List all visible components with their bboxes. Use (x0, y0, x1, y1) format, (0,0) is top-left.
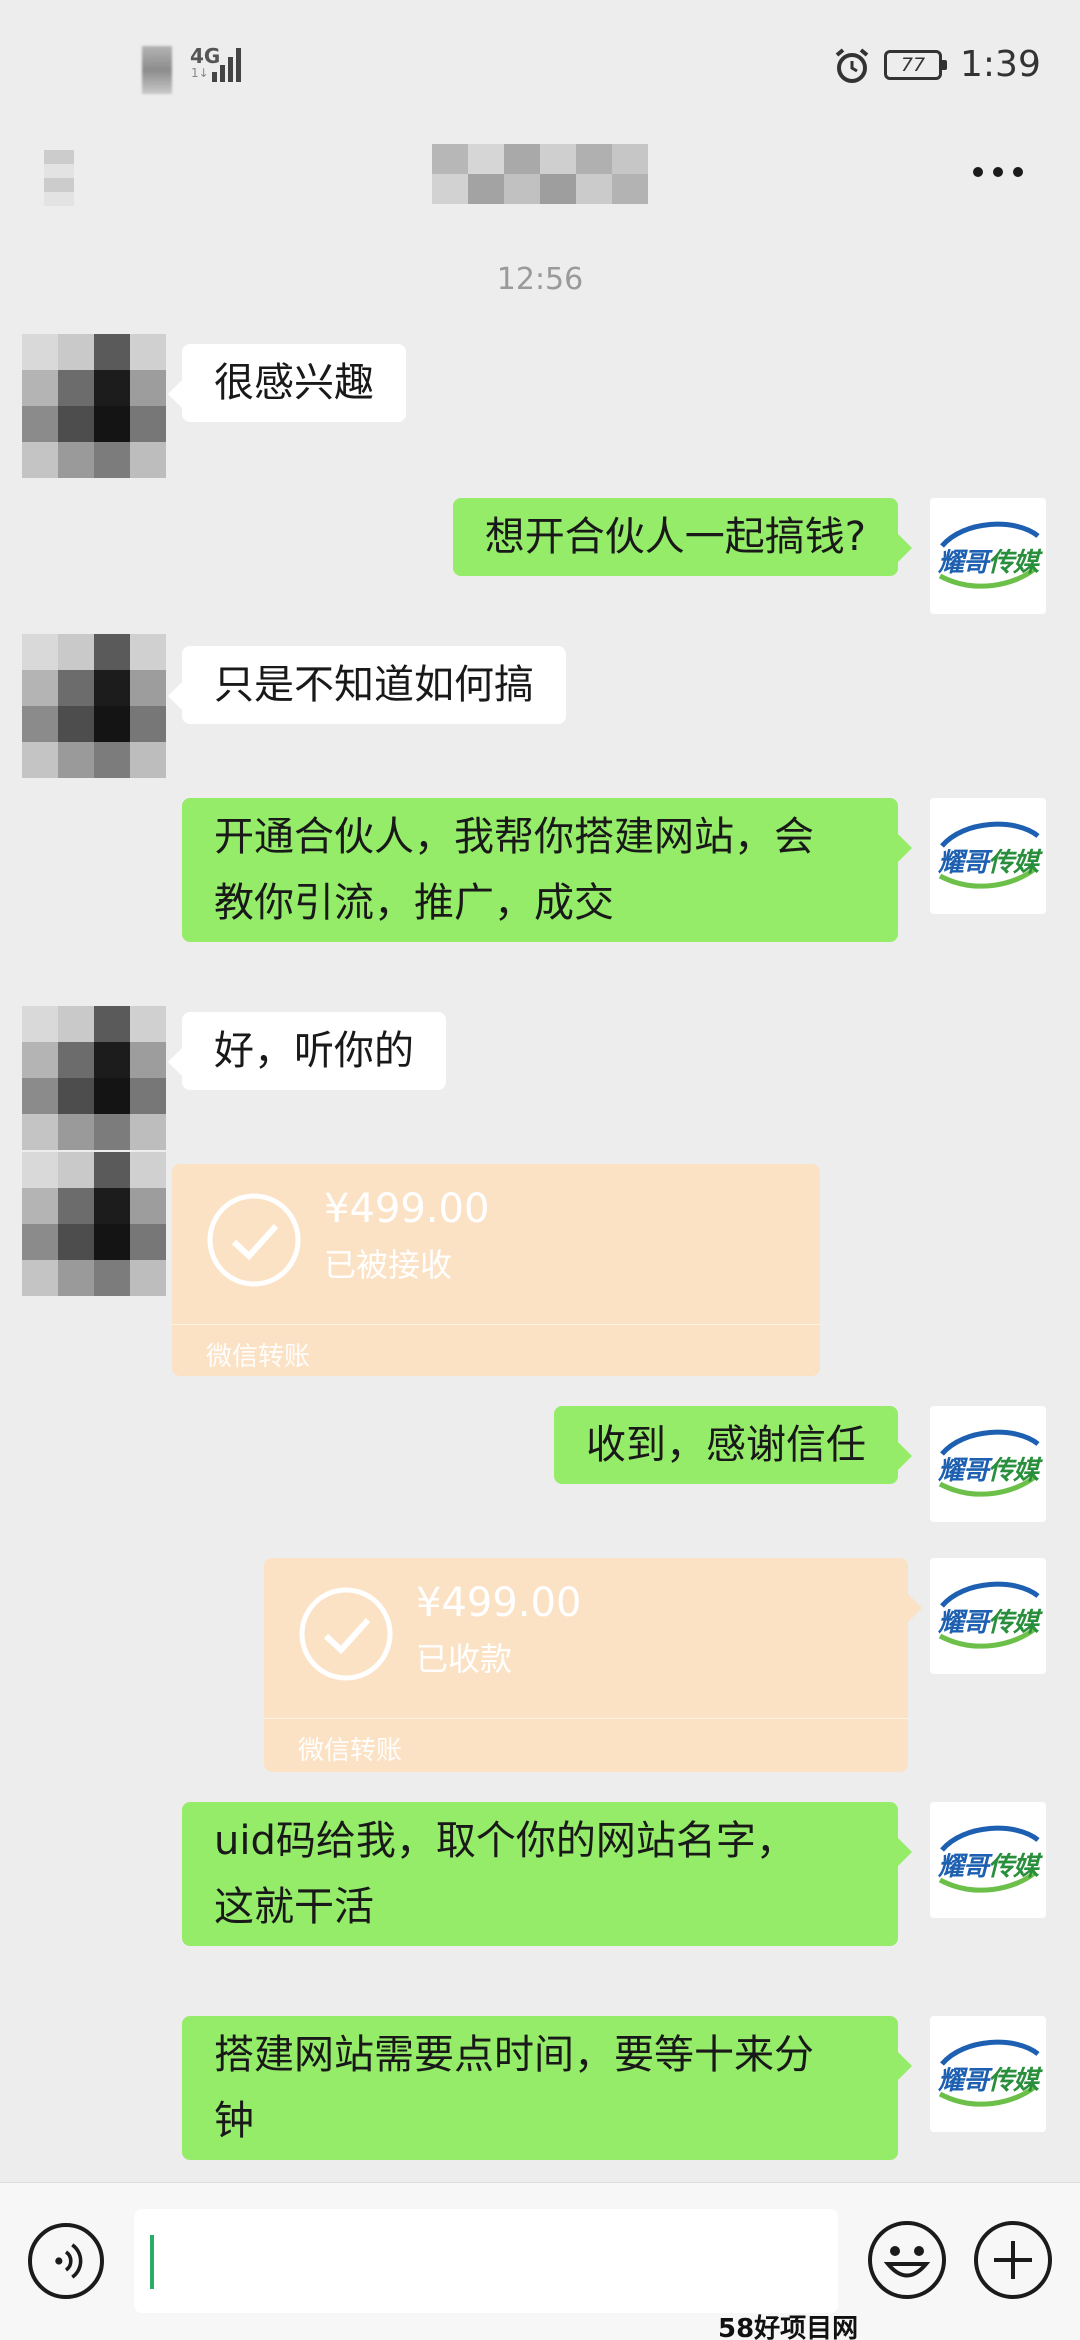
signal-icon (212, 46, 246, 82)
emoji-icon[interactable] (866, 2219, 948, 2301)
transfer-label: 微信转账 (206, 1342, 311, 1372)
my-avatar[interactable]: 耀哥传媒 (930, 1802, 1046, 1918)
transfer-amount: ¥499.00 (416, 1580, 582, 1626)
transfer-amount: ¥499.00 (324, 1186, 490, 1232)
voice-icon[interactable] (28, 2223, 104, 2299)
transfer-card-received[interactable]: ¥499.00 已被接收 微信转账 (172, 1164, 820, 1376)
logo-text: 耀哥传媒 (937, 548, 1039, 578)
chat-header (0, 130, 1080, 230)
battery-indicator: 77 (884, 50, 947, 80)
my-avatar[interactable]: 耀哥传媒 (930, 798, 1046, 914)
contact-avatar[interactable] (22, 334, 166, 478)
message-text: 好，听你的 (214, 1028, 414, 1074)
transfer-label: 微信转账 (298, 1736, 403, 1766)
blurred-status-icon (142, 46, 172, 94)
transfer-status: 已被接收 (324, 1246, 453, 1284)
logo-text: 耀哥传媒 (937, 2066, 1039, 2096)
status-bar: 4G 1↓ 77 1:39 (0, 0, 1080, 130)
message-bubble-sent[interactable]: 想开合伙人一起搞钱? (452, 498, 913, 576)
logo-text: 耀哥传媒 (937, 848, 1039, 878)
logo-text: 耀哥传媒 (937, 1852, 1039, 1882)
message-text-line: 钟 (214, 2098, 254, 2144)
contact-avatar[interactable] (22, 634, 166, 778)
message-bubble-sent[interactable]: 开通合伙人，我帮你搭建网站，会 教你引流，推广，成交 (182, 798, 912, 942)
clock: 1:39 (960, 44, 1041, 85)
message-bubble-received[interactable]: 很感兴趣 (168, 344, 406, 422)
contact-avatar[interactable] (22, 1006, 166, 1150)
message-bubble-received[interactable]: 只是不知道如何搞 (168, 646, 566, 724)
message-bubble-received[interactable]: 好，听你的 (168, 1012, 446, 1090)
transfer-status: 已收款 (416, 1640, 513, 1678)
check-circle-icon (207, 1193, 301, 1287)
my-avatar[interactable]: 耀哥传媒 (930, 1558, 1046, 1674)
my-avatar[interactable]: 耀哥传媒 (930, 498, 1046, 614)
check-circle-icon (299, 1587, 393, 1681)
message-bubble-sent[interactable]: uid码给我，取个你的网站名字， 这就干活 (182, 1802, 912, 1946)
message-text: 收到，感谢信任 (586, 1422, 866, 1468)
message-timestamp: 12:56 (496, 262, 584, 297)
message-text: 只是不知道如何搞 (214, 662, 534, 708)
message-text-line: 搭建网站需要点时间，要等十来分 (214, 2032, 814, 2078)
plus-icon[interactable] (972, 2219, 1054, 2301)
watermark: 58好项目网www.58hxm.com (718, 2314, 859, 2340)
message-bubble-sent[interactable]: 收到，感谢信任 (554, 1406, 912, 1484)
alarm-icon (835, 48, 869, 83)
back-button[interactable] (44, 150, 74, 206)
contact-avatar[interactable] (22, 1152, 166, 1296)
contact-name-blurred (432, 144, 648, 204)
message-bubble-sent[interactable]: 搭建网站需要点时间，要等十来分 钟 (182, 2016, 912, 2160)
my-avatar[interactable]: 耀哥传媒 (930, 2016, 1046, 2132)
more-icon[interactable] (968, 152, 1028, 192)
card-divider (172, 1324, 820, 1325)
my-avatar[interactable]: 耀哥传媒 (930, 1406, 1046, 1522)
message-text-line: 开通合伙人，我帮你搭建网站，会 (214, 814, 814, 860)
logo-text: 耀哥传媒 (937, 1608, 1039, 1638)
transfer-card-sent[interactable]: ¥499.00 已收款 微信转账 (264, 1558, 922, 1772)
logo-text: 耀哥传媒 (937, 1456, 1039, 1486)
message-input[interactable] (134, 2209, 838, 2313)
card-divider (264, 1718, 908, 1719)
message-text-line: uid码给我，取个你的网站名字， (214, 1818, 796, 1864)
message-text-line: 教你引流，推广，成交 (214, 880, 614, 926)
network-activity: 1↓ (191, 66, 209, 80)
message-text-line: 这就干活 (214, 1884, 374, 1930)
message-text: 很感兴趣 (214, 360, 374, 406)
text-caret (150, 2235, 154, 2289)
message-text: 想开合伙人一起搞钱? (484, 514, 866, 560)
